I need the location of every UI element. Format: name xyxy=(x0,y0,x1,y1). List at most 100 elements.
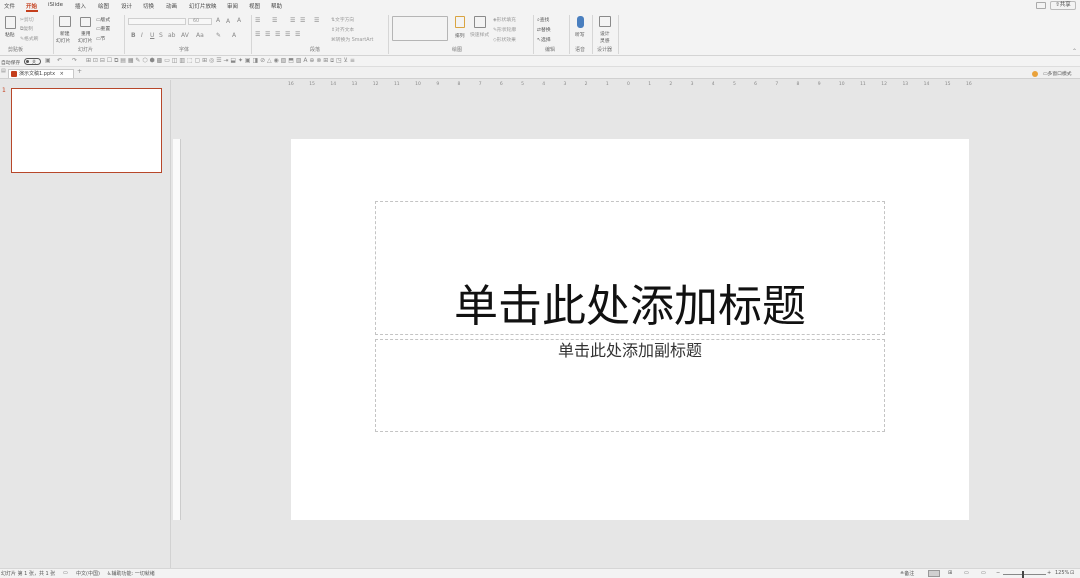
vertical-ruler[interactable] xyxy=(173,139,181,520)
design-ideas-button[interactable]: 设计 xyxy=(600,30,610,37)
undo-icon[interactable]: ↶ xyxy=(57,57,62,64)
paste-button[interactable]: 粘贴 xyxy=(5,31,15,38)
tab-home[interactable]: 开始 xyxy=(26,2,37,10)
tab-view[interactable]: 视图 xyxy=(249,2,260,10)
tab-review[interactable]: 审阅 xyxy=(227,2,238,10)
char-spacing-icon[interactable]: AV xyxy=(181,32,189,39)
grow-font-icon[interactable]: A xyxy=(216,17,220,24)
quick-styles-icon[interactable] xyxy=(474,16,486,28)
shapes-gallery[interactable] xyxy=(392,16,448,41)
tab-slideshow[interactable]: 幻灯片放映 xyxy=(189,2,217,10)
autosave-toggle[interactable]: 关 xyxy=(24,58,41,65)
shape-fill-button[interactable]: ◈形状填充 xyxy=(493,16,516,23)
reuse-slides-icon[interactable] xyxy=(80,17,91,27)
layout-button[interactable]: ▭版式 xyxy=(96,16,110,23)
zoom-out-icon[interactable]: − xyxy=(996,570,1000,576)
shape-outline-button[interactable]: ✎形状轮廓 xyxy=(493,26,516,33)
copy-button[interactable]: ⧉复制 xyxy=(20,25,33,32)
bold-button[interactable]: B xyxy=(131,32,136,39)
justify-icon[interactable]: ☰ xyxy=(285,31,290,38)
tab-file[interactable]: 文件 xyxy=(4,2,15,10)
fit-slide-icon[interactable]: ⊡ xyxy=(1070,570,1074,576)
find-button[interactable]: ⌕查找 xyxy=(537,16,549,23)
notes-button[interactable]: ≙备注 xyxy=(900,570,914,577)
reuse-slides-button[interactable]: 重用 xyxy=(81,30,91,37)
paste-icon[interactable] xyxy=(5,16,16,29)
underline-button[interactable]: U xyxy=(150,32,154,39)
align-center-icon[interactable]: ☰ xyxy=(265,31,270,38)
zoom-slider-thumb[interactable] xyxy=(1022,571,1024,578)
new-slide-icon[interactable] xyxy=(59,16,71,27)
section-button[interactable]: ▭节 xyxy=(96,35,105,42)
replace-button[interactable]: ⇄替换 xyxy=(537,26,551,33)
accessibility-status[interactable]: ♿辅助功能: 一切就绪 xyxy=(107,570,155,577)
columns-icon[interactable]: ☰ xyxy=(295,31,300,38)
save-icon[interactable]: ▣ xyxy=(45,57,51,64)
tab-animations[interactable]: 动画 xyxy=(166,2,177,10)
select-button[interactable]: ↖选择 xyxy=(537,36,551,43)
design-ideas-icon[interactable] xyxy=(599,16,611,27)
bullets-icon[interactable]: ☰ xyxy=(255,17,260,24)
quick-styles-button[interactable]: 快速样式 xyxy=(470,31,489,38)
horizontal-ruler[interactable]: 16 15 14 13 12 11 10 9 8 7 6 5 4 3 2 1 0 1 2 3 4 5 6 7 8 9 10 11 12 1… xyxy=(288,82,972,88)
align-right-icon[interactable]: ☰ xyxy=(275,31,280,38)
increase-indent-icon[interactable]: ☰ xyxy=(300,17,305,24)
zoom-level[interactable]: 125% xyxy=(1055,570,1069,576)
notification-icon[interactable] xyxy=(1032,71,1038,77)
slide-sorter-icon[interactable]: ⊞ xyxy=(948,570,952,576)
tab-draw[interactable]: 绘图 xyxy=(98,2,109,10)
reset-button[interactable]: ▭重置 xyxy=(96,25,110,32)
numbering-icon[interactable]: ☰ xyxy=(272,17,277,24)
shrink-font-icon[interactable]: A xyxy=(226,18,230,25)
normal-view-icon[interactable] xyxy=(928,570,940,577)
font-size-combo[interactable]: 60 xyxy=(188,18,212,25)
tab-islide[interactable]: iSlide xyxy=(48,2,63,8)
cut-button[interactable]: ✂剪切 xyxy=(20,16,34,23)
text-direction-button[interactable]: ⇅文字方向 xyxy=(331,16,354,23)
arrange-icon[interactable] xyxy=(455,16,465,28)
comment-icon[interactable] xyxy=(1036,2,1046,9)
slide-thumbnail[interactable] xyxy=(11,88,162,173)
shadow-button[interactable]: S xyxy=(159,32,163,39)
group-separator xyxy=(569,15,570,54)
clear-format-icon[interactable]: A xyxy=(237,17,241,24)
zoom-slider[interactable] xyxy=(1003,571,1046,578)
strikethrough-button[interactable]: ab xyxy=(168,32,176,39)
close-tab-icon[interactable]: × xyxy=(60,71,64,77)
document-tab[interactable]: 演示文稿1.pptx × xyxy=(8,69,74,78)
title-placeholder-text[interactable]: 单击此处添加标题 xyxy=(375,279,885,335)
line-spacing-icon[interactable]: ☰ xyxy=(314,17,319,24)
subtitle-placeholder-text[interactable]: 单击此处添加副标题 xyxy=(375,341,885,361)
smartart-button[interactable]: ⌘转换为 SmartArt xyxy=(331,36,373,43)
new-tab-icon[interactable]: + xyxy=(77,68,82,75)
tab-insert[interactable]: 插入 xyxy=(75,2,86,10)
align-text-button[interactable]: ⇕对齐文本 xyxy=(331,26,354,33)
share-button[interactable]: ⇧共享 xyxy=(1050,1,1076,10)
language-status[interactable]: 中文(中国) xyxy=(76,570,100,577)
italic-button[interactable]: I xyxy=(141,32,143,39)
spelling-icon[interactable]: ▭ xyxy=(63,570,68,576)
align-left-icon[interactable]: ☰ xyxy=(255,31,260,38)
dictate-button[interactable]: 听写 xyxy=(575,31,585,38)
decrease-indent-icon[interactable]: ☰ xyxy=(290,17,295,24)
redo-icon[interactable]: ↷ xyxy=(72,57,77,64)
tab-design[interactable]: 设计 xyxy=(121,2,132,10)
arrange-button[interactable]: 排列 xyxy=(455,32,465,39)
qat-toolbar-icons[interactable]: ⊞ ⊡ ⊟ ☐ ⧉ ▤ ▦ ✎ ⬡ ⬢ ▩ ▭ ◫ ▥ ⬚ ▢ ⊞ ◎ ☰ ⇥ … xyxy=(86,57,355,65)
microphone-icon[interactable] xyxy=(577,16,584,28)
collapse-ribbon-icon[interactable]: ⌃ xyxy=(1072,48,1077,55)
highlight-icon[interactable]: ✎ xyxy=(216,32,221,39)
tab-transitions[interactable]: 切换 xyxy=(143,2,154,10)
font-name-combo[interactable] xyxy=(128,18,186,25)
shape-effects-button[interactable]: ◇形状效果 xyxy=(493,36,516,43)
tab-help[interactable]: 帮助 xyxy=(271,2,282,10)
change-case-icon[interactable]: Aa xyxy=(196,32,204,39)
format-painter-button[interactable]: ✎格式刷 xyxy=(20,35,38,42)
reading-view-icon[interactable]: ▭ xyxy=(964,570,969,576)
slideshow-icon[interactable]: ▭ xyxy=(981,570,986,576)
font-color-icon[interactable]: A xyxy=(232,32,236,39)
zoom-in-icon[interactable]: + xyxy=(1047,570,1051,576)
multi-window-button[interactable]: ▭多窗口模式 xyxy=(1043,70,1072,77)
tabs-menu-icon[interactable]: ▤ xyxy=(1,68,6,74)
new-slide-button[interactable]: 新建 xyxy=(60,30,70,37)
